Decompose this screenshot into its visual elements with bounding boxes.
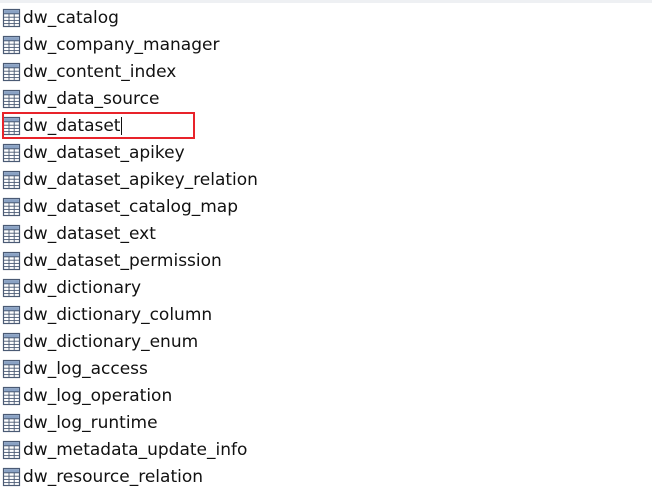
table-icon	[2, 386, 21, 406]
top-edge-divider	[0, 0, 652, 3]
table-name: dw_resource_relation	[23, 466, 204, 487]
table-list-item[interactable]: dw_resource_relation	[0, 463, 640, 490]
table-name: dw_log_access	[23, 358, 148, 379]
table-icon	[2, 332, 21, 352]
table-list-item[interactable]: dw_dataset_catalog_map	[0, 193, 640, 220]
table-name: dw_dataset	[23, 115, 121, 136]
table-icon	[2, 35, 21, 55]
table-name: dw_log_runtime	[23, 412, 158, 433]
table-icon	[2, 467, 21, 487]
table-list-item[interactable]: dw_metadata_update_info	[0, 436, 640, 463]
table-list-item-selected[interactable]: dw_dataset	[0, 112, 640, 139]
table-name: dw_dataset_apikey	[23, 142, 185, 163]
table-icon	[2, 143, 21, 163]
table-list-item[interactable]: dw_log_runtime	[0, 409, 640, 436]
table-name: dw_dataset_permission	[23, 250, 222, 271]
table-name: dw_catalog	[23, 7, 119, 28]
table-name: dw_company_manager	[23, 34, 220, 55]
table-list-item[interactable]: dw_dataset_apikey	[0, 139, 640, 166]
table-icon	[2, 413, 21, 433]
table-list-item[interactable]: dw_dictionary	[0, 274, 640, 301]
table-name: dw_dataset_apikey_relation	[23, 169, 258, 190]
table-list: dw_catalog dw_company_manager dw_content…	[0, 4, 640, 490]
table-list-item[interactable]: dw_dataset_ext	[0, 220, 640, 247]
table-name: dw_dataset_ext	[23, 223, 156, 244]
table-icon	[2, 305, 21, 325]
text-cursor	[121, 116, 123, 135]
table-name: dw_dataset_catalog_map	[23, 196, 238, 217]
table-icon	[2, 197, 21, 217]
table-name: dw_data_source	[23, 88, 160, 109]
table-list-item[interactable]: dw_dataset_permission	[0, 247, 640, 274]
table-name: dw_content_index	[23, 61, 177, 82]
table-list-item[interactable]: dw_dataset_apikey_relation	[0, 166, 640, 193]
table-icon	[2, 89, 21, 109]
table-list-item[interactable]: dw_log_operation	[0, 382, 640, 409]
table-icon	[2, 224, 21, 244]
table-list-item[interactable]: dw_catalog	[0, 4, 640, 31]
table-icon	[2, 8, 21, 28]
table-icon	[2, 359, 21, 379]
table-name: dw_metadata_update_info	[23, 439, 248, 460]
table-icon	[2, 170, 21, 190]
table-list-item[interactable]: dw_data_source	[0, 85, 640, 112]
table-name: dw_dictionary_column	[23, 304, 213, 325]
table-list-item[interactable]: dw_dictionary_enum	[0, 328, 640, 355]
table-list-item[interactable]: dw_dictionary_column	[0, 301, 640, 328]
table-icon	[2, 440, 21, 460]
table-icon	[2, 251, 21, 271]
table-list-item[interactable]: dw_company_manager	[0, 31, 640, 58]
table-name: dw_dictionary_enum	[23, 331, 199, 352]
table-name: dw_log_operation	[23, 385, 173, 406]
table-name: dw_dictionary	[23, 277, 142, 298]
table-list-item[interactable]: dw_log_access	[0, 355, 640, 382]
table-icon	[2, 278, 21, 298]
table-icon	[2, 116, 21, 136]
table-icon	[2, 62, 21, 82]
table-list-item[interactable]: dw_content_index	[0, 58, 640, 85]
